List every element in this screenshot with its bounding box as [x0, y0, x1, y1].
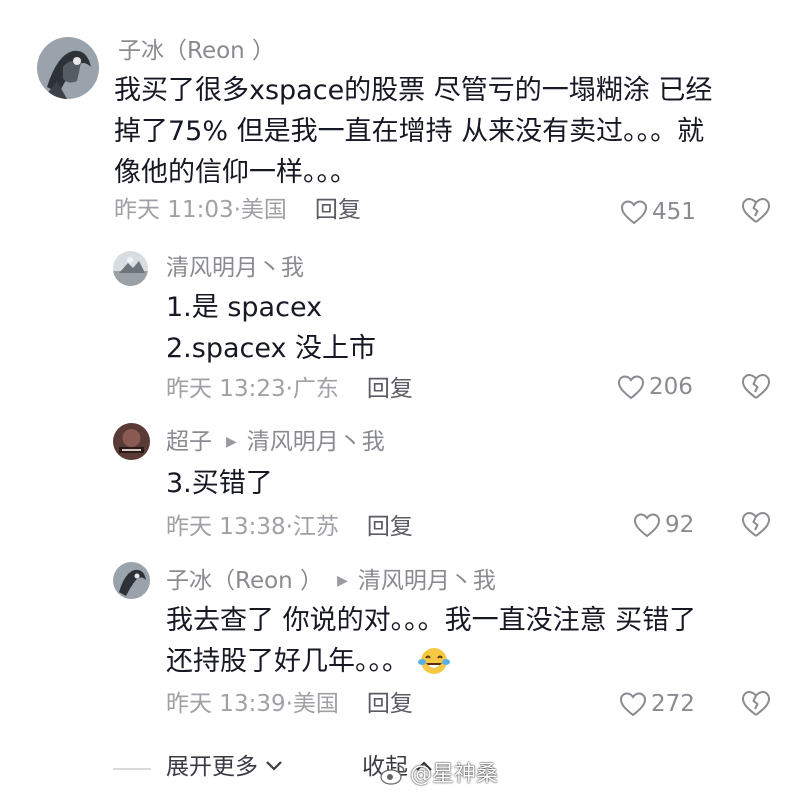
- comment-line: 我买了很多xspace的股票 尽管亏的一塌糊涂 已经: [114, 75, 713, 106]
- author-name[interactable]: 子冰（Reon ）: [166, 568, 323, 594]
- tears-of-joy-emoji: [417, 646, 451, 688]
- like-button[interactable]: 451: [620, 197, 696, 227]
- comment-author[interactable]: 子冰（Reon ）: [118, 36, 275, 66]
- comment-time-location: 昨天 13:39·美国: [166, 691, 339, 717]
- comment-text: 我去查了 你说的对。。。我一直没注意 买错了 还持股了好几年。。。: [166, 600, 696, 688]
- comment-time-location: 昨天 13:23·广东: [166, 376, 339, 402]
- like-button[interactable]: 92: [633, 510, 694, 540]
- dislike-button[interactable]: [741, 372, 771, 402]
- broken-heart-icon: [742, 512, 770, 537]
- expand-more-label: 展开更多: [166, 754, 258, 780]
- comment-time-location: 昨天 13:38·江苏: [166, 514, 339, 540]
- author-name[interactable]: 超子: [166, 429, 212, 455]
- expand-more-button[interactable]: 展开更多: [166, 752, 283, 782]
- avatar-image: [113, 251, 148, 286]
- reply-button[interactable]: 回复: [367, 376, 413, 402]
- triangle-right-icon: ▶: [226, 434, 237, 450]
- dislike-button[interactable]: [741, 510, 771, 540]
- comment-line: 2.spacex 没上市: [166, 333, 377, 364]
- comment-meta: 昨天 11:03·美国 回复: [114, 195, 361, 225]
- author-name[interactable]: 子冰（Reon ）: [118, 38, 275, 64]
- comment-meta: 昨天 13:39·美国 回复: [166, 689, 413, 719]
- avatar[interactable]: [113, 251, 148, 286]
- like-button[interactable]: 272: [619, 689, 695, 719]
- watermark-text: @星神桑: [410, 762, 499, 787]
- comment-author[interactable]: 超子 ▶ 清风明月丶我: [166, 427, 385, 460]
- triangle-right-icon: ▶: [337, 573, 348, 589]
- comment-line: 我去查了 你说的对。。。我一直没注意 买错了: [166, 605, 697, 636]
- reply-button[interactable]: 回复: [367, 691, 413, 717]
- dislike-button[interactable]: [741, 196, 771, 226]
- comment-time-location: 昨天 11:03·美国: [114, 197, 287, 223]
- reply-button[interactable]: 回复: [367, 514, 413, 540]
- avatar[interactable]: [113, 562, 150, 599]
- weibo-logo-icon: [380, 763, 406, 794]
- author-name[interactable]: 清风明月丶我: [166, 255, 304, 281]
- chevron-down-icon: [266, 761, 283, 771]
- reply-to-name[interactable]: 清风明月丶我: [358, 568, 496, 594]
- broken-heart-icon: [742, 374, 770, 399]
- heart-outline-icon: [633, 513, 661, 538]
- watermark: @星神桑: [380, 760, 498, 794]
- reply-button[interactable]: 回复: [315, 197, 361, 223]
- comment-line: 掉了75% 但是我一直在增持 从来没有卖过。。。就: [114, 116, 705, 147]
- avatar[interactable]: [37, 37, 99, 99]
- comment-line-with-emoji: 还持股了好几年。。。: [166, 641, 696, 688]
- like-count: 272: [651, 691, 695, 717]
- like-count: 92: [665, 512, 695, 538]
- broken-heart-icon: [742, 198, 770, 223]
- comment-author[interactable]: 清风明月丶我: [166, 253, 304, 283]
- comment-author[interactable]: 子冰（Reon ） ▶ 清风明月丶我: [166, 566, 496, 599]
- heart-outline-icon: [620, 200, 648, 225]
- like-count: 451: [652, 199, 696, 225]
- avatar[interactable]: [113, 423, 150, 460]
- comment-line: 还持股了好几年。。。: [166, 646, 409, 677]
- footer-divider: [113, 768, 151, 770]
- broken-heart-icon: [742, 691, 770, 716]
- comment-text: 我买了很多xspace的股票 尽管亏的一塌糊涂 已经 掉了75% 但是我一直在增…: [114, 70, 712, 193]
- avatar-image: [113, 423, 150, 460]
- comment-line: 1.是 spacex: [166, 292, 323, 323]
- comment-line: 3.买错了: [166, 468, 273, 499]
- comment-text: 3.买错了: [166, 463, 273, 504]
- reply-to-name[interactable]: 清风明月丶我: [247, 429, 385, 455]
- like-button[interactable]: 206: [617, 372, 693, 402]
- like-count: 206: [649, 374, 693, 400]
- heart-outline-icon: [617, 375, 645, 400]
- comment-meta: 昨天 13:23·广东 回复: [166, 374, 413, 404]
- avatar-image: [113, 562, 150, 599]
- heart-outline-icon: [619, 692, 647, 717]
- dislike-button[interactable]: [741, 689, 771, 719]
- comment-text: 1.是 spacex 2.spacex 没上市: [166, 287, 376, 369]
- comment-meta: 昨天 13:38·江苏 回复: [166, 512, 413, 542]
- comment-line: 像他的信仰一样。。。: [114, 157, 357, 188]
- avatar-image: [37, 37, 99, 99]
